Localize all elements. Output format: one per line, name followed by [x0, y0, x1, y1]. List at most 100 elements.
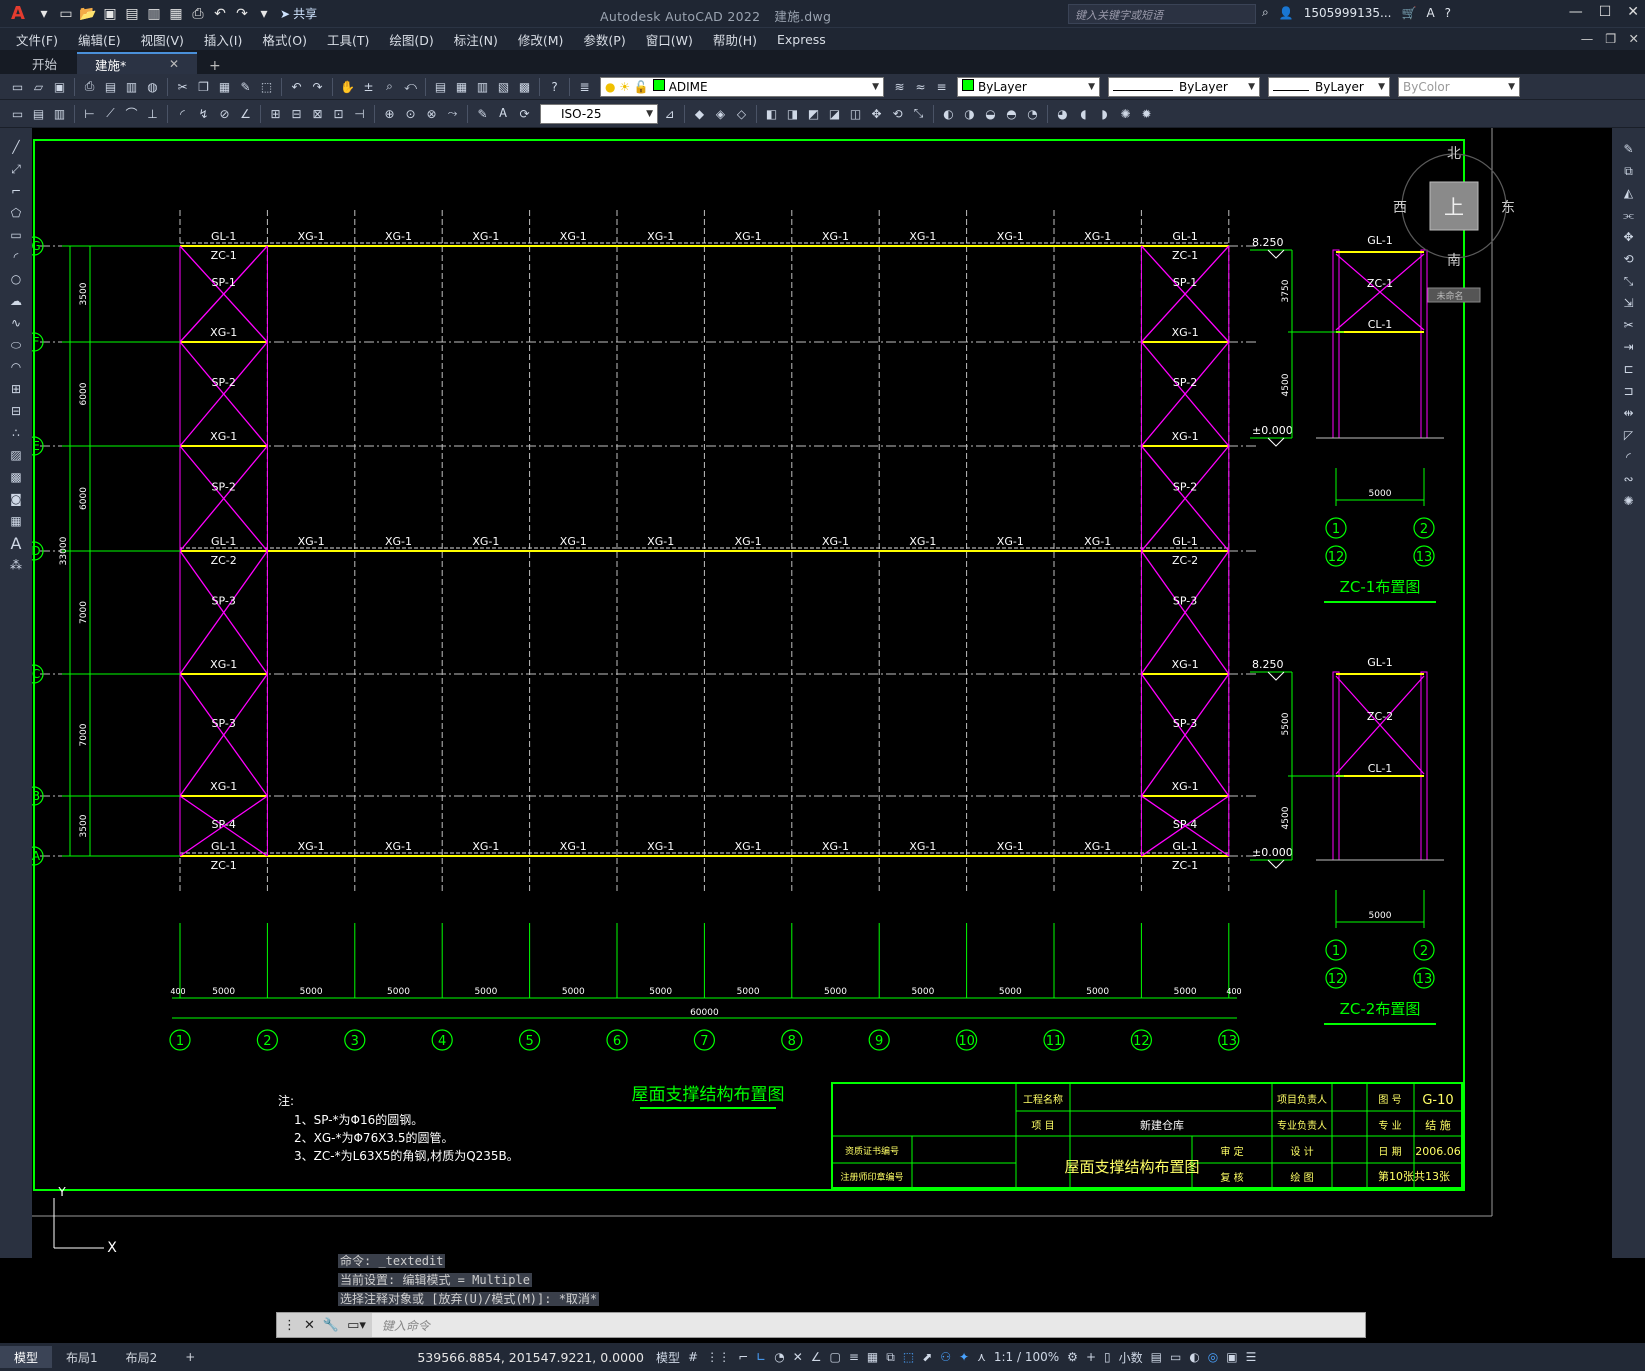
copy-object-icon[interactable]: ◨ [783, 104, 802, 123]
cart-icon[interactable]: 🛒 [1401, 6, 1416, 20]
offset-icon[interactable]: ◪ [825, 104, 844, 123]
new-tab-button[interactable]: + [199, 58, 231, 74]
clean-screen-icon[interactable]: ▣ [1226, 1350, 1237, 1364]
arc-length-icon[interactable]: ⌒ [122, 104, 141, 123]
save-as-icon[interactable]: ▤ [122, 4, 142, 24]
osnap-icon[interactable]: ▢ [830, 1350, 841, 1364]
erase-icon[interactable]: ✎ [1618, 140, 1640, 158]
ellipse-arc-icon[interactable]: ◠ [5, 358, 27, 376]
new-icon[interactable]: ▭ [8, 77, 27, 96]
close-icon[interactable]: ✕ [304, 1318, 315, 1333]
customize-icon[interactable]: ☰ [1246, 1350, 1257, 1364]
layer-dropdown[interactable]: ● ☀ 🔓 ADIME ▼ [600, 76, 884, 97]
units-value[interactable]: 小数 [1119, 1349, 1143, 1366]
rectangle-icon[interactable]: ▭ [5, 226, 27, 244]
annotation-monitor-icon[interactable]: + [1086, 1350, 1096, 1364]
space-icon[interactable]: ⊡ [329, 104, 348, 123]
ortho-icon[interactable]: ∟ [756, 1350, 766, 1364]
layer-previous-icon[interactable]: ≈ [911, 77, 930, 96]
snap-icon[interactable]: ⋮⋮ [706, 1350, 730, 1364]
osnap-tracking-icon[interactable]: ∠ [811, 1350, 822, 1364]
arc-icon[interactable]: ◜ [5, 248, 27, 266]
trim-icon[interactable]: ◑ [960, 104, 979, 123]
angular-icon[interactable]: ∠ [236, 104, 255, 123]
new-file-icon[interactable]: ▭ [56, 4, 76, 24]
web-icon[interactable]: ◍ [143, 77, 162, 96]
zoom-realtime-icon[interactable]: ± [359, 77, 378, 96]
layer-states-icon[interactable]: ≡ [932, 77, 951, 96]
gradient-icon[interactable]: ▩ [5, 468, 27, 486]
stretch-icon[interactable]: ◐ [939, 104, 958, 123]
pan-icon[interactable]: ✋ [338, 77, 357, 96]
calculator-icon[interactable]: ▩ [515, 77, 534, 96]
ucs-icon[interactable]: ◇ [732, 104, 751, 123]
zoom-previous-icon[interactable]: ⤺ [401, 77, 420, 96]
insert-block-icon[interactable]: ⊞ [5, 380, 27, 398]
autoscale-icon[interactable]: ✦ [959, 1350, 969, 1364]
menu-express[interactable]: Express [777, 32, 826, 47]
add-selected-icon[interactable]: ⁂ [5, 556, 27, 574]
fillet-icon[interactable]: ◜ [1618, 448, 1640, 466]
diameter-icon[interactable]: ⊘ [215, 104, 234, 123]
linetype-dropdown[interactable]: ByLayer ▼ [1108, 76, 1260, 97]
publish-icon[interactable]: ▥ [144, 4, 164, 24]
rotate-icon[interactable]: ⟲ [888, 104, 907, 123]
construction-line-icon[interactable]: ⤢ [5, 160, 27, 178]
scale-icon[interactable]: ⤡ [909, 104, 928, 123]
menu-dimension[interactable]: 标注(N) [454, 30, 498, 49]
baseline-icon[interactable]: ⊟ [287, 104, 306, 123]
scale-icon[interactable]: ⤡ [1618, 272, 1640, 290]
menu-parametric[interactable]: 参数(P) [583, 30, 625, 49]
dropdown-arrow-icon[interactable]: ▾ [34, 4, 54, 24]
mirror-icon[interactable]: ◭ [1618, 184, 1640, 202]
join-icon[interactable]: ⇹ [1618, 404, 1640, 422]
polygon-icon[interactable]: ⬠ [5, 204, 27, 222]
move-icon[interactable]: ✥ [867, 104, 886, 123]
ordinate-icon[interactable]: ⊥ [143, 104, 162, 123]
blend-icon[interactable]: ◗ [1095, 104, 1114, 123]
help-icon[interactable]: ? [1445, 6, 1451, 20]
polyline-icon[interactable]: ⌐ [5, 182, 27, 200]
zoom-window-icon[interactable]: ⌕ [380, 77, 399, 96]
extend-icon[interactable]: ⇥ [1618, 338, 1640, 356]
make-current-icon[interactable]: ≋ [890, 77, 909, 96]
menu-draw[interactable]: 绘图(D) [389, 30, 433, 49]
offset-icon[interactable]: ⫘ [1618, 206, 1640, 224]
tab-layout2[interactable]: 布局2 [112, 1346, 172, 1368]
text-icon[interactable]: A [5, 534, 27, 553]
user-name[interactable]: 1505999135... [1304, 6, 1392, 20]
break-icon[interactable]: ⊐ [1618, 382, 1640, 400]
erase-icon[interactable]: ◧ [762, 104, 781, 123]
circle-icon[interactable]: ○ [5, 270, 27, 288]
menu-tools[interactable]: 工具(T) [327, 30, 369, 49]
add-layout-button[interactable]: + [171, 1346, 209, 1368]
stretch-icon[interactable]: ⇲ [1618, 294, 1640, 312]
units-icon[interactable]: ▯ [1104, 1350, 1111, 1364]
hardware-accel-icon[interactable]: ◎ [1208, 1350, 1218, 1364]
break-at-point-icon[interactable]: ⊏ [1618, 360, 1640, 378]
autocad-logo-icon[interactable]: A [4, 2, 32, 26]
menu-modify[interactable]: 修改(M) [518, 30, 564, 49]
region-icon[interactable]: ◙ [5, 490, 27, 508]
doc-close-icon[interactable]: ✕ [1629, 31, 1639, 46]
redo-icon[interactable]: ↷ [308, 77, 327, 96]
layer-properties-icon[interactable]: ≣ [575, 77, 594, 96]
tool-palettes-icon[interactable]: ▥ [473, 77, 492, 96]
join-icon[interactable]: ◔ [1023, 104, 1042, 123]
copy-icon[interactable]: ❐ [194, 77, 213, 96]
plot-icon[interactable]: ⎙ [80, 77, 99, 96]
dynamic-ucs-icon[interactable]: ⬈ [922, 1350, 932, 1364]
menu-format[interactable]: 格式(O) [262, 30, 307, 49]
trim-icon[interactable]: ✂ [1618, 316, 1640, 334]
break-icon[interactable]: ⊣ [350, 104, 369, 123]
tab-active-drawing[interactable]: 建施* ✕ [77, 52, 198, 74]
infer-icon[interactable]: ⌐ [738, 1350, 748, 1364]
make-block-icon[interactable]: ⊟ [5, 402, 27, 420]
paste-icon[interactable]: ▦ [215, 77, 234, 96]
explode-icon[interactable]: ✺ [1618, 492, 1640, 510]
lock-ui-icon[interactable]: ▭ [1170, 1350, 1181, 1364]
dimstyle-manager-icon[interactable]: ⊿ [660, 104, 679, 123]
export-icon[interactable]: ▦ [166, 4, 186, 24]
search-input[interactable]: 键入关键字或短语 [1068, 4, 1256, 24]
aligned-dim-icon[interactable]: ⟋ [101, 104, 120, 123]
